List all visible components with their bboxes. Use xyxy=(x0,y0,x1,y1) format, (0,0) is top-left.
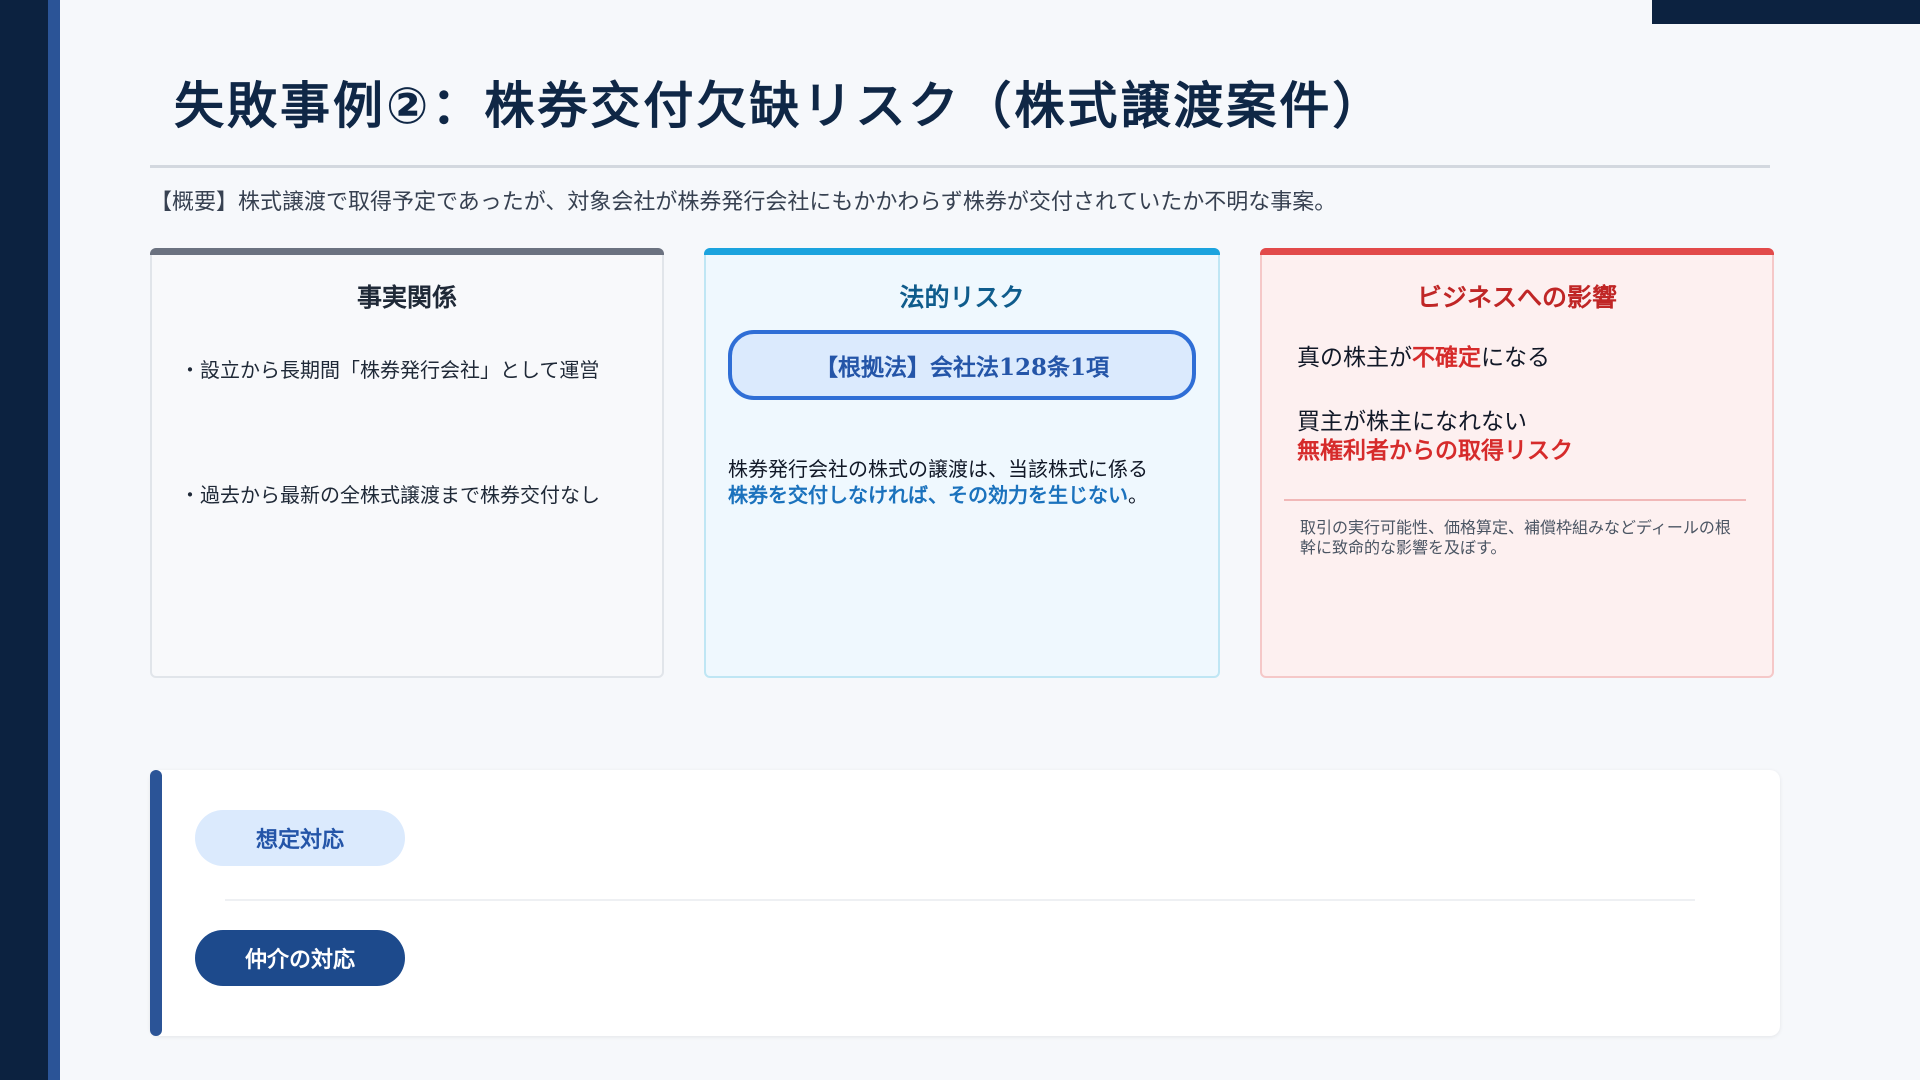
response-panel: 想定対応 仲介の対応 xyxy=(150,770,1780,1036)
impact-line1-prefix: 真の株主が xyxy=(1297,345,1412,371)
left-side-bar xyxy=(0,0,48,1080)
summary-text: 【概要】株式譲渡で取得予定であったが、対象会社が株券発行会社にもかかわらず株券が… xyxy=(150,190,1337,215)
title-divider xyxy=(150,165,1770,168)
impact-line1-suffix: になる xyxy=(1481,345,1550,371)
legal-explanation: 株券発行会社の株式の譲渡は、当該株式に係る 株券を交付しなければ、その効力を生じ… xyxy=(728,456,1148,508)
impact-line3-risk-text: 無権利者からの取得リスク xyxy=(1297,438,1573,464)
response-panel-accent xyxy=(150,770,162,1036)
law-reference-badge: 【根拠法】会社法128条1項 xyxy=(728,330,1196,400)
broker-response-label: 仲介の対応 xyxy=(195,930,405,986)
page-title: 失敗事例②：株券交付欠缺リスク（株式譲渡案件） xyxy=(174,77,1386,135)
fact-item: ・設立から長期間「株券発行会社」として運営 xyxy=(180,358,600,382)
legal-text-plain: 株券発行会社の株式の譲渡は、当該株式に係る xyxy=(728,457,1148,481)
business-card-topline xyxy=(1260,248,1774,255)
legal-text-end: 。 xyxy=(1128,483,1148,507)
left-accent-bar xyxy=(48,0,60,1080)
business-heading: ビジネスへの影響 xyxy=(1416,283,1617,312)
expected-response-label: 想定対応 xyxy=(195,810,405,866)
top-right-corner-bar xyxy=(1652,0,1920,24)
legal-card-topline xyxy=(704,248,1220,255)
impact-line-risk: 無権利者からの取得リスク xyxy=(1297,431,1573,465)
business-note: 取引の実行可能性、価格算定、補償枠組みなどディールの根幹に致命的な影響を及ぼす。 xyxy=(1300,518,1731,557)
legal-risk-card: 法的リスク 【根拠法】会社法128条1項 株券発行会社の株式の譲渡は、当該株式に… xyxy=(704,248,1220,678)
impact-line-uncertain-shareholder: 真の株主が不確定になる xyxy=(1297,338,1550,372)
facts-card-topline xyxy=(150,248,664,255)
fact-item: ・過去から最新の全株式譲渡まで株券交付なし xyxy=(180,483,600,507)
facts-card: 事実関係 ・設立から長期間「株券発行会社」として運営 ・過去から最新の全株式譲渡… xyxy=(150,248,664,678)
legal-text-emphasis: 株券を交付しなければ、その効力を生じない xyxy=(728,483,1128,507)
legal-heading: 法的リスク xyxy=(899,283,1025,312)
business-impact-card: ビジネスへの影響 真の株主が不確定になる 買主が株主になれない 無権利者からの取… xyxy=(1260,248,1774,678)
business-divider xyxy=(1284,499,1746,501)
facts-heading: 事実関係 xyxy=(356,283,457,312)
response-divider xyxy=(225,899,1695,901)
impact-line1-emphasis: 不確定 xyxy=(1412,345,1481,371)
